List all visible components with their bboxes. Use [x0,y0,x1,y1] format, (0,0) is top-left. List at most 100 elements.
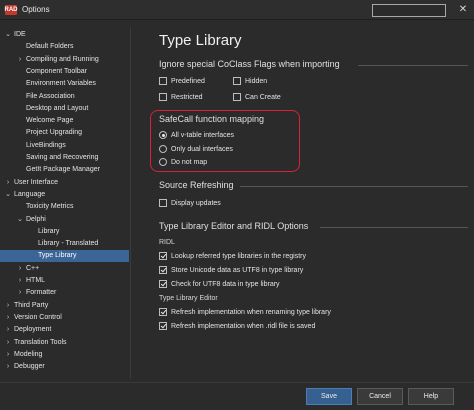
tree-item-label: Component Toolbar [26,67,87,75]
group-divider [240,186,468,187]
hidden-checkbox[interactable]: Hidden [233,77,267,85]
app-icon: RAD [4,4,18,15]
tree-item[interactable]: Project Upgrading [0,127,129,139]
tree-item[interactable]: › C++ [0,263,129,275]
refreshing-group-title: Source Refreshing [159,180,234,190]
tree-item-label: Environment Variables [26,80,96,88]
can-create-checkbox[interactable]: Can Create [233,93,281,101]
tree-item-label: Version Control [14,313,62,321]
tree-item-label: Library - Translated [38,240,99,248]
chevron-right-icon[interactable]: › [16,263,24,275]
tree-item[interactable]: Toxicity Metrics [0,201,129,213]
radio-circle[interactable] [159,158,167,166]
tree-item-label: Delphi [26,215,46,223]
button-bar: Save Cancel Help [0,382,474,410]
tree-item[interactable]: › Formatter [0,287,129,299]
tree-item[interactable]: Library - Translated [0,238,129,250]
tree-item[interactable]: ⌄ Delphi [0,214,129,226]
checkbox-box[interactable] [159,280,167,288]
chevron-down-icon[interactable]: ⌄ [4,29,12,41]
options-tree: ⌄ IDE Default Folders › Compiling and Runnin… [0,27,131,379]
tree-item[interactable]: Desktop and Layout [0,103,129,115]
tree-item[interactable]: ⌄ Language [0,189,129,201]
group-divider [320,227,468,228]
tree-item-label: Default Folders [26,43,74,51]
refresh-ridl-saved-checkbox[interactable]: Refresh implementation when .ridl file i… [159,322,315,330]
tree-item[interactable]: › Third Party [0,300,129,312]
tree-item-label: Desktop and Layout [26,104,89,112]
checkbox-box[interactable] [159,77,167,85]
predefined-checkbox[interactable]: Predefined [159,77,205,85]
radio-do-not-map[interactable]: Do not map [159,158,207,166]
tree-item[interactable]: Welcome Page [0,115,129,127]
tree-item-label: Modeling [14,350,43,358]
check-utf8-checkbox[interactable]: Check for UTF8 data in type library [159,280,280,288]
tree-item[interactable]: › Translation Tools [0,337,129,349]
close-icon[interactable]: ✕ [456,2,470,17]
tree-item-label: Formatter [26,289,57,297]
tree-item[interactable]: Environment Variables [0,78,129,90]
chevron-right-icon[interactable]: › [4,337,12,349]
radio-circle[interactable] [159,145,167,153]
tree-item-label: Toxicity Metrics [26,203,74,211]
tree-item-label: Welcome Page [26,117,74,125]
tree-item[interactable]: › Deployment [0,324,129,336]
tree-item-label: HTML [26,277,46,284]
window-title: Options [22,5,50,14]
checkbox-box[interactable] [159,199,167,207]
chevron-right-icon[interactable]: › [16,287,24,299]
radio-circle[interactable] [159,131,167,139]
chevron-right-icon[interactable]: › [4,177,12,189]
tree-item[interactable]: Type Library [0,250,129,263]
chevron-right-icon[interactable]: › [4,324,12,336]
checkbox-box[interactable] [233,77,241,85]
tree-item[interactable]: › Version Control [0,312,129,324]
chevron-right-icon[interactable]: › [16,275,24,287]
tree-item[interactable]: ⌄ IDE [0,29,129,41]
save-button[interactable]: Save [306,388,352,405]
title-bar: RAD Options ✕ [0,0,474,20]
chevron-right-icon[interactable]: › [16,54,24,66]
options-search-input[interactable] [372,4,446,17]
chevron-right-icon[interactable]: › [4,312,12,324]
chevron-down-icon[interactable]: ⌄ [16,214,24,226]
checkbox-box[interactable] [159,308,167,316]
cancel-button[interactable]: Cancel [357,388,403,405]
lookup-registry-checkbox[interactable]: Lookup referred type libraries in the re… [159,252,306,260]
tree-item-label: Debugger [14,363,45,371]
help-button[interactable]: Help [408,388,454,405]
checkbox-box[interactable] [159,322,167,330]
restricted-checkbox[interactable]: Restricted [159,93,203,101]
tree-item[interactable]: › HTML [0,275,129,287]
tree-item[interactable]: Component Toolbar [0,66,129,78]
checkbox-box[interactable] [233,93,241,101]
tree-item[interactable]: LiveBindings [0,140,129,152]
tree-item[interactable]: File Association [0,91,129,103]
tree-item[interactable]: Default Folders [0,41,129,53]
chevron-down-icon[interactable]: ⌄ [4,189,12,201]
display-updates-checkbox[interactable]: Display updates [159,199,221,207]
refresh-renaming-checkbox[interactable]: Refresh implementation when renaming typ… [159,308,331,316]
chevron-right-icon[interactable]: › [4,300,12,312]
radio-all-vtable[interactable]: All v-table interfaces [159,131,234,139]
checkbox-box[interactable] [159,93,167,101]
editor-group-title: Type Library Editor and RIDL Options [159,221,309,231]
tree-item[interactable]: Library [0,226,129,238]
tree-item-label: Third Party [14,301,49,309]
tree-item[interactable]: › User Interface [0,177,129,189]
chevron-right-icon[interactable]: › [4,349,12,361]
tree-item-label: Compiling and Running [26,55,99,63]
checkbox-box[interactable] [159,266,167,274]
chevron-right-icon[interactable]: › [4,361,12,373]
tree-item-label: LiveBindings [26,141,66,149]
tree-item[interactable]: › Compiling and Running [0,54,129,66]
tree-item[interactable]: GetIt Package Manager [0,164,129,176]
tree-item-label: User Interface [14,178,58,186]
checkbox-box[interactable] [159,252,167,260]
store-unicode-checkbox[interactable]: Store Unicode data as UTF8 in type libra… [159,266,303,274]
radio-only-dual[interactable]: Only dual interfaces [159,145,233,153]
tree-item[interactable]: › Debugger [0,361,129,373]
tree-item[interactable]: › Modeling [0,349,129,361]
page-title: Type Library [159,32,242,49]
tree-item[interactable]: Saving and Recovering [0,152,129,164]
